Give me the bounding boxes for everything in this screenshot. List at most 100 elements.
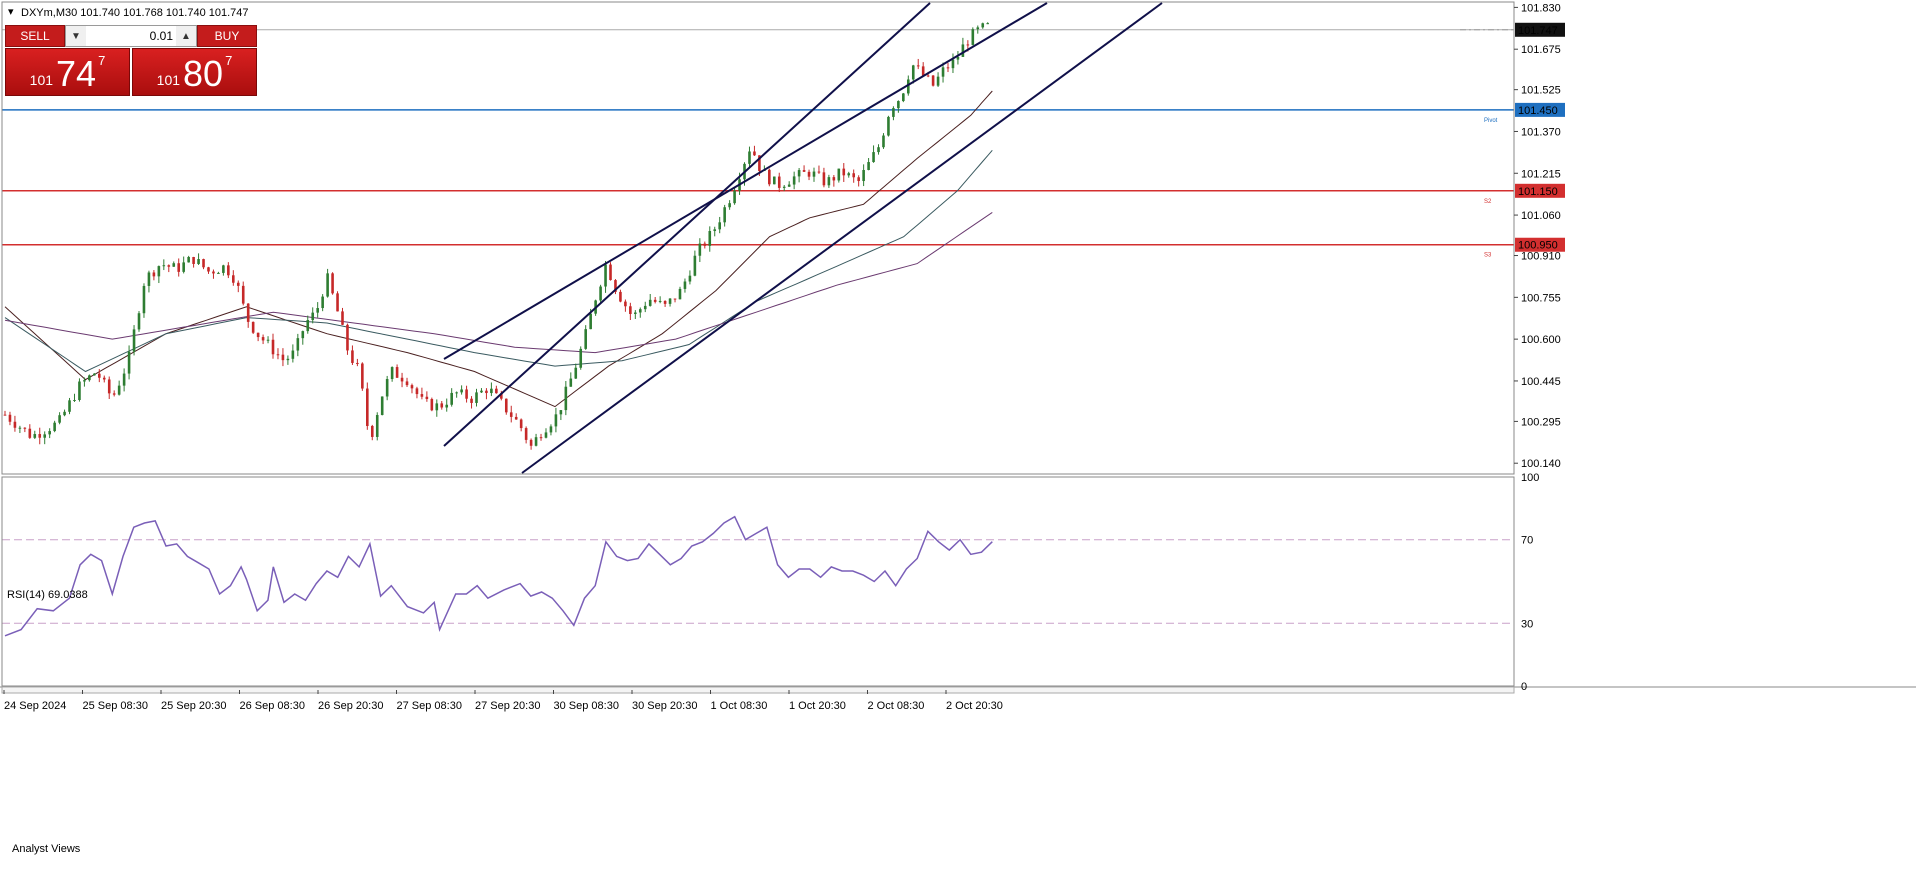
analyst-views-strip[interactable] xyxy=(1,686,1515,694)
candle-body xyxy=(351,350,354,363)
candle-body xyxy=(842,168,846,176)
sell-price-big: 74 xyxy=(56,53,97,94)
candle-body xyxy=(157,266,161,277)
level-price-label: 100.950 xyxy=(1518,240,1558,252)
x-tick-label: 2 Oct 08:30 xyxy=(868,700,925,712)
buy-price[interactable]: 101 80 7 xyxy=(132,48,257,96)
candle-body xyxy=(296,338,300,351)
candle-body xyxy=(638,309,642,313)
rsi-tick-label: 0 xyxy=(1521,681,1527,693)
candle-body xyxy=(981,23,985,28)
candle-body xyxy=(495,388,498,394)
candle-body xyxy=(946,67,950,69)
candle-body xyxy=(802,170,806,172)
candle-body xyxy=(941,67,945,77)
y-tick-label: 101.060 xyxy=(1521,210,1561,222)
candle-body xyxy=(410,385,414,389)
candle-body xyxy=(8,414,12,422)
candle-body xyxy=(911,65,915,80)
candle-body xyxy=(976,27,980,30)
candle-body xyxy=(569,378,573,387)
candle-body xyxy=(807,171,811,177)
y-tick-label: 101.830 xyxy=(1521,2,1561,14)
candle-body xyxy=(107,379,111,394)
candle-body xyxy=(579,348,583,368)
candle-body xyxy=(23,427,27,429)
candle-body xyxy=(604,264,607,287)
candle-body xyxy=(147,272,151,286)
candle-body xyxy=(326,273,329,297)
candle-body xyxy=(117,385,121,395)
candle-body xyxy=(48,431,51,435)
candle-body xyxy=(261,337,265,341)
chevron-up-icon[interactable]: ▲ xyxy=(176,26,196,46)
candle-body xyxy=(559,410,563,415)
candle-body xyxy=(246,303,250,322)
y-tick-label: 100.910 xyxy=(1521,251,1561,263)
candle-body xyxy=(465,389,468,399)
candle-body xyxy=(509,412,513,417)
candle-body xyxy=(356,362,359,364)
candle-body xyxy=(648,299,652,306)
candle-body xyxy=(68,400,71,412)
candle-body xyxy=(514,416,518,420)
candle-body xyxy=(777,176,781,188)
candle-body xyxy=(470,398,473,403)
x-tick-label: 1 Oct 20:30 xyxy=(789,700,846,712)
candle-body xyxy=(78,381,81,401)
collapse-icon[interactable]: ▾ xyxy=(8,6,14,18)
chevron-down-icon[interactable]: ▼ xyxy=(66,26,86,46)
candle-body xyxy=(872,152,875,163)
candle-body xyxy=(251,321,255,333)
analyst-views-label[interactable]: Analyst Views xyxy=(12,843,81,855)
candle-body xyxy=(346,324,349,351)
x-tick-label: 25 Sep 08:30 xyxy=(83,700,148,712)
y-tick-label: 101.215 xyxy=(1521,168,1561,180)
candle-body xyxy=(629,306,632,315)
chart-canvas[interactable]: Pivot S2 S3 101.830 101.675 101.525 101.370 10… xyxy=(0,0,1916,874)
candle-body xyxy=(162,265,166,267)
y-tick-label: 100.140 xyxy=(1521,458,1561,470)
x-tick-label: 26 Sep 20:30 xyxy=(318,700,383,712)
candle-body xyxy=(341,311,344,325)
candle-body xyxy=(232,275,235,283)
buy-button[interactable]: BUY xyxy=(197,25,257,47)
candle-body xyxy=(971,29,975,45)
candle-body xyxy=(33,434,37,438)
x-tick-label: 1 Oct 08:30 xyxy=(711,700,768,712)
candle-body xyxy=(564,386,568,411)
rsi-tick-label: 70 xyxy=(1521,535,1533,547)
volume-stepper[interactable]: ▼ 0.01 ▲ xyxy=(65,25,197,47)
candle-body xyxy=(430,399,434,411)
candle-body xyxy=(862,169,865,182)
sell-price[interactable]: 101 74 7 xyxy=(5,48,130,96)
candle-body xyxy=(544,432,548,438)
candle-body xyxy=(127,351,131,374)
candle-body xyxy=(58,415,61,423)
candle-body xyxy=(504,398,508,413)
candle-body xyxy=(534,437,538,446)
y-tick-label: 101.525 xyxy=(1521,85,1561,97)
candle-body xyxy=(331,273,334,294)
candle-body xyxy=(698,243,702,256)
candle-body xyxy=(589,313,592,330)
sell-price-sup: 7 xyxy=(98,53,106,68)
candle-body xyxy=(271,339,275,355)
candle-body xyxy=(847,173,851,176)
sell-button[interactable]: SELL xyxy=(5,25,65,47)
x-tick-label: 24 Sep 2024 xyxy=(4,700,66,712)
candle-body xyxy=(455,392,458,394)
candle-body xyxy=(321,296,324,309)
candle-body xyxy=(772,176,776,185)
one-click-trade-panel[interactable]: SELL ▼ 0.01 ▲ BUY 101 74 7 101 80 7 xyxy=(5,25,257,97)
candle-body xyxy=(475,392,478,403)
symbol-header: DXYm,M30 101.740 101.768 101.740 101.747 xyxy=(21,7,249,19)
candle-body xyxy=(683,281,687,289)
candle-body xyxy=(817,171,821,173)
candle-body xyxy=(460,389,463,393)
candle-body xyxy=(306,320,310,332)
candle-body xyxy=(83,380,86,382)
volume-field[interactable]: 0.01 xyxy=(86,26,176,46)
candle-body xyxy=(634,312,637,315)
candle-body xyxy=(301,331,305,339)
